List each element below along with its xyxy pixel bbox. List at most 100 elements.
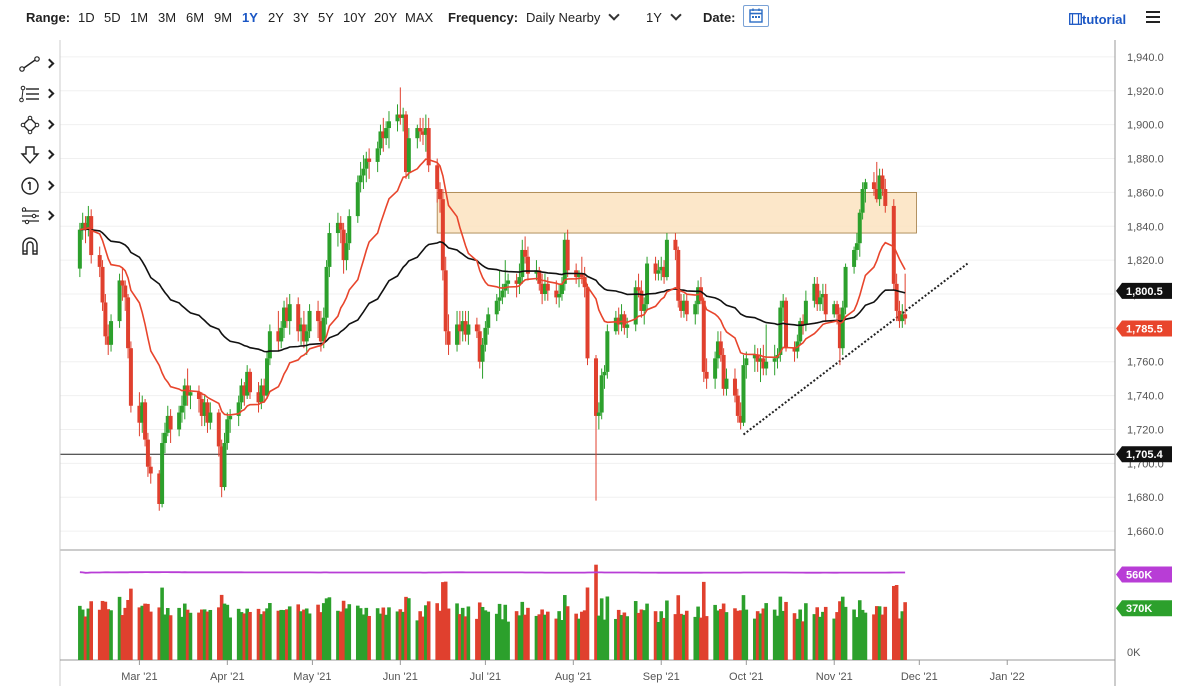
time-tick-label: Nov '21	[816, 671, 853, 683]
candle-body	[267, 331, 272, 359]
price-tick-label: 1,900.0	[1127, 120, 1164, 132]
candle-body	[673, 239, 678, 250]
price-chart[interactable]: 1,940.0 1,920.0 1,900.0 1,880.0 1,860.0 1,840…	[0, 0, 1178, 690]
candle-body	[375, 148, 380, 162]
price-tick-label: 1,760.0	[1127, 357, 1164, 369]
time-tick-label: Jan '22	[990, 671, 1025, 683]
time-tick-label: May '21	[293, 671, 331, 683]
volume-bar	[903, 602, 907, 660]
candle-body	[367, 158, 372, 162]
time-tick-label: Oct '21	[729, 671, 764, 683]
volume-bar	[168, 615, 173, 660]
candle-body	[891, 205, 896, 284]
candle-body	[466, 324, 471, 335]
time-tick-label: Jun '21	[383, 671, 418, 683]
candle-body	[642, 304, 647, 311]
candle-body	[718, 341, 723, 355]
volume-bar	[387, 607, 391, 660]
candle-body	[324, 266, 329, 318]
candle-body	[483, 327, 488, 345]
candle-body	[894, 283, 899, 311]
candle-body	[216, 412, 221, 447]
candle-body	[854, 243, 859, 250]
volume-bar	[704, 616, 709, 660]
candle-body	[857, 212, 862, 244]
candle-body	[347, 216, 352, 244]
candle-body	[128, 348, 133, 406]
volume-bar	[208, 609, 213, 660]
volume-bar	[307, 613, 312, 660]
candle-body	[664, 239, 669, 278]
price-tick-label: 1,820.0	[1127, 255, 1164, 267]
candle-body	[883, 189, 888, 206]
candle-body	[596, 412, 601, 416]
candle-body	[344, 243, 349, 261]
volume-last-tag: 370K	[1116, 600, 1172, 617]
volume-bar	[764, 603, 768, 660]
candle-body	[517, 277, 522, 284]
candle-body	[440, 199, 445, 271]
volume-bar	[347, 604, 352, 660]
candle-body	[474, 324, 479, 332]
candle-body	[384, 128, 389, 139]
candle-body	[188, 392, 193, 396]
candle-body	[557, 294, 562, 298]
candle-body	[625, 324, 630, 328]
candle-body	[126, 297, 131, 349]
candle-body	[109, 321, 114, 345]
volume-bar	[268, 603, 272, 660]
axis-value-tags: 1,800.5 1,785.5 1,705.4 560K 370K 0K	[1116, 282, 1172, 659]
volume-bar	[129, 588, 133, 660]
candle-body	[177, 412, 182, 430]
candle-body	[823, 294, 828, 315]
candle-body	[77, 229, 82, 269]
volume-bar	[804, 603, 808, 660]
price-tick-label: 1,840.0	[1127, 221, 1164, 233]
time-tick-label: Sep '21	[643, 671, 680, 683]
candle-body	[656, 270, 661, 274]
candle-body	[704, 371, 709, 379]
candle-body	[835, 304, 840, 315]
candle-body	[304, 331, 309, 342]
volume-bar	[784, 601, 788, 660]
candle-body	[446, 331, 451, 345]
ma-slow-tag: 1,800.5	[1116, 282, 1172, 299]
candle-body	[143, 402, 148, 440]
price-tick-label: 1,920.0	[1127, 86, 1164, 98]
candle-body	[497, 297, 502, 301]
time-tick-label: Apr '21	[210, 671, 245, 683]
candle-body	[222, 443, 227, 488]
candle-body	[645, 263, 650, 305]
volume-bar	[645, 603, 649, 660]
candle-body	[880, 175, 885, 190]
price-tick-label: 1,720.0	[1127, 424, 1164, 436]
candle-body	[735, 395, 740, 416]
candlestick-series	[77, 87, 908, 511]
candle-body	[818, 297, 823, 305]
candle-body	[168, 415, 173, 430]
candle-body	[338, 222, 343, 230]
candle-body	[684, 300, 689, 315]
volume-average-line	[79, 571, 906, 574]
volume-bars	[78, 564, 907, 660]
candle-body	[386, 121, 391, 129]
candle-body	[225, 419, 230, 444]
time-tick-label: Mar '21	[121, 671, 157, 683]
volume-bar	[89, 601, 93, 660]
last-price-tag: 1,785.5	[1116, 320, 1172, 337]
candle-body	[871, 182, 876, 190]
candle-body	[361, 168, 366, 176]
volume-last-tag-label: 370K	[1126, 603, 1152, 615]
candle-body	[228, 415, 233, 420]
candle-body	[160, 443, 165, 504]
candle-body	[585, 287, 590, 359]
candle-body	[486, 314, 491, 328]
candle-body	[355, 182, 360, 217]
volume-bar	[228, 617, 232, 660]
volume-bar	[545, 611, 550, 660]
volume-bar	[446, 608, 451, 660]
candle-body	[327, 233, 332, 267]
price-tick-label: 1,740.0	[1127, 391, 1164, 403]
candle-body	[863, 182, 868, 190]
candle-body	[701, 300, 706, 372]
